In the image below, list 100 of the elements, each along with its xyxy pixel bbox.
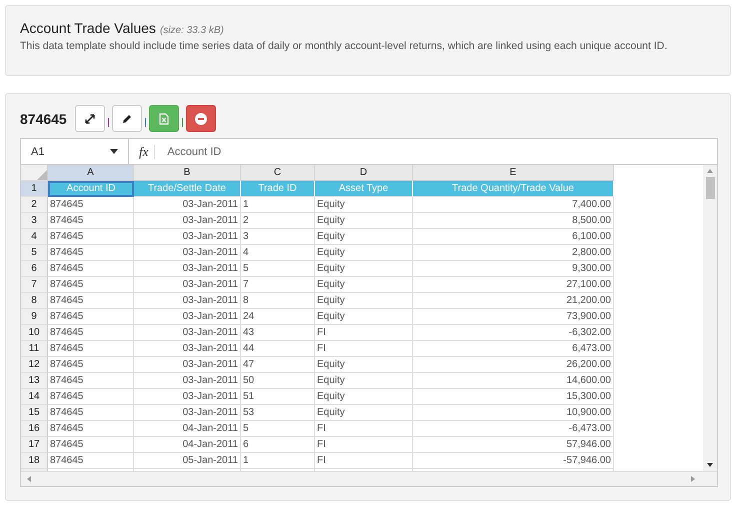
table-cell: 05-Jan-2011 [134,453,241,469]
minus-circle-icon [194,112,207,124]
expand-icon [84,114,95,124]
scroll-right-icon[interactable] [691,476,695,482]
table-cell: Equity [315,229,413,245]
table-cell: Equity [315,293,413,309]
formula-field[interactable]: Account ID [167,146,222,158]
table-cell: 7 [241,277,315,293]
table-cell: Account ID [48,181,134,197]
scroll-up-icon[interactable] [707,169,713,173]
table-cell: 2 [241,213,315,229]
row-number[interactable]: 6 [21,261,48,277]
section-title: Account Trade Values [20,20,156,36]
table-cell: 04-Jan-2011 [134,437,241,453]
column-header[interactable]: D [315,165,413,181]
table-cell: Equity [315,245,413,261]
table-cell: 47 [241,357,315,373]
row-number[interactable]: 17 [21,437,48,453]
column-header[interactable]: B [134,165,241,181]
table-cell: 03-Jan-2011 [134,325,241,341]
remove-button[interactable] [186,105,216,132]
row-number[interactable]: 2 [21,197,48,213]
table-cell: -6,302.00 [413,325,614,341]
table-cell: Trade ID [241,181,315,197]
table-cell: 874645 [48,309,134,325]
table-cell: 1 [241,197,315,213]
excel-button[interactable] [148,105,179,132]
table-cell: 8 [241,293,315,309]
table-cell: Equity [315,357,413,373]
dropdown-caret-icon [110,149,118,154]
row-number[interactable]: 16 [21,421,48,437]
row-number[interactable]: 5 [21,245,48,261]
table-cell: 874645 [48,389,134,405]
table-cell: 53 [241,405,315,421]
row-number[interactable]: 10 [21,325,48,341]
row-number[interactable]: 18 [21,453,48,469]
pencil-icon [122,114,132,124]
table-cell: 14,600.00 [413,373,614,389]
table-cell: 26,200.00 [413,357,614,373]
row-number[interactable]: 9 [21,309,48,325]
horizontal-scrollbar[interactable] [21,471,717,486]
table-cell: 874645 [48,453,134,469]
table-cell: 874645 [48,421,134,437]
table-cell: 874645 [48,261,134,277]
row-number[interactable]: 12 [21,357,48,373]
expand-button[interactable] [74,105,105,132]
table-cell: FI [315,325,413,341]
table-cell: 03-Jan-2011 [134,389,241,405]
table-cell: 874645 [48,357,134,373]
cell-name-box[interactable]: A1 [21,139,129,164]
table-cell: Equity [315,373,413,389]
table-cell: 874645 [48,293,134,309]
file-size: (size: 33.3 kB) [160,25,224,36]
row-number[interactable]: 3 [21,213,48,229]
column-header[interactable]: C [241,165,315,181]
scroll-left-icon[interactable] [27,476,31,482]
table-cell: 6,100.00 [413,229,614,245]
table-cell: 03-Jan-2011 [134,357,241,373]
table-cell: 10,900.00 [413,405,614,421]
table-cell: 874645 [48,437,134,453]
table-cell: Equity [315,389,413,405]
table-cell: 24 [241,309,315,325]
edit-button[interactable] [112,105,142,132]
table-cell: 03-Jan-2011 [134,309,241,325]
table-cell: 03-Jan-2011 [134,373,241,389]
scroll-thumb[interactable] [706,177,714,199]
column-header[interactable]: E [413,165,614,181]
table-cell: 874645 [48,341,134,357]
table-cell: 874645 [48,373,134,389]
table-cell: Asset Type [315,181,413,197]
row-number[interactable]: 7 [21,277,48,293]
table-cell: 874645 [48,325,134,341]
row-number[interactable]: 4 [21,229,48,245]
table-cell: 03-Jan-2011 [134,213,241,229]
column-header[interactable]: A [48,165,134,181]
scroll-down-icon[interactable] [707,463,713,467]
account-title: 874645 [20,110,67,126]
table-cell: 9,300.00 [413,261,614,277]
table-cell: 5 [241,421,315,437]
table-cell: 874645 [48,229,134,245]
table-cell: 04-Jan-2011 [134,421,241,437]
table-cell: 03-Jan-2011 [134,293,241,309]
table-cell: Equity [315,277,413,293]
table-cell: 43 [241,325,315,341]
table-cell: 874645 [48,213,134,229]
row-number[interactable]: 15 [21,405,48,421]
row-number[interactable]: 13 [21,373,48,389]
table-cell: 03-Jan-2011 [134,341,241,357]
vertical-scrollbar[interactable] [703,165,717,471]
table-cell: 50 [241,373,315,389]
row-number[interactable]: 11 [21,341,48,357]
row-number[interactable]: 1 [21,181,48,197]
row-number[interactable]: 8 [21,293,48,309]
table-cell: 73,900.00 [413,309,614,325]
table-cell: 2,800.00 [413,245,614,261]
table-cell: -57,946.00 [413,453,614,469]
table-cell: 874645 [48,277,134,293]
table-cell: 8,500.00 [413,213,614,229]
row-number[interactable]: 14 [21,389,48,405]
table-cell: Trade/Settle Date [134,181,241,197]
